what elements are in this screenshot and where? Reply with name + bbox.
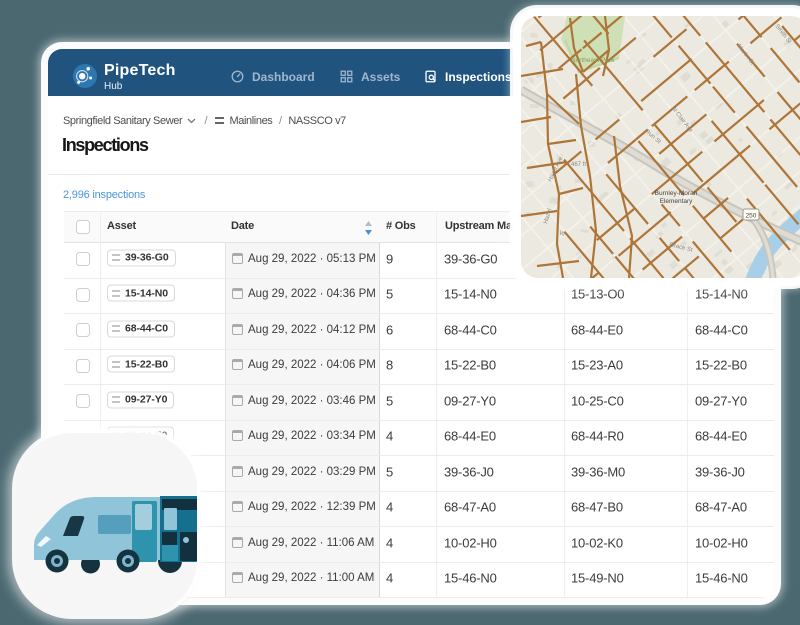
svg-text:Northeast Park: Northeast Park [571,57,615,64]
svg-text:250: 250 [746,213,757,220]
svg-text:Elementary: Elementary [660,198,694,205]
svg-text:467 ft: 467 ft [571,162,586,168]
svg-text:Burnley-Moran: Burnley-Moran [655,190,698,197]
